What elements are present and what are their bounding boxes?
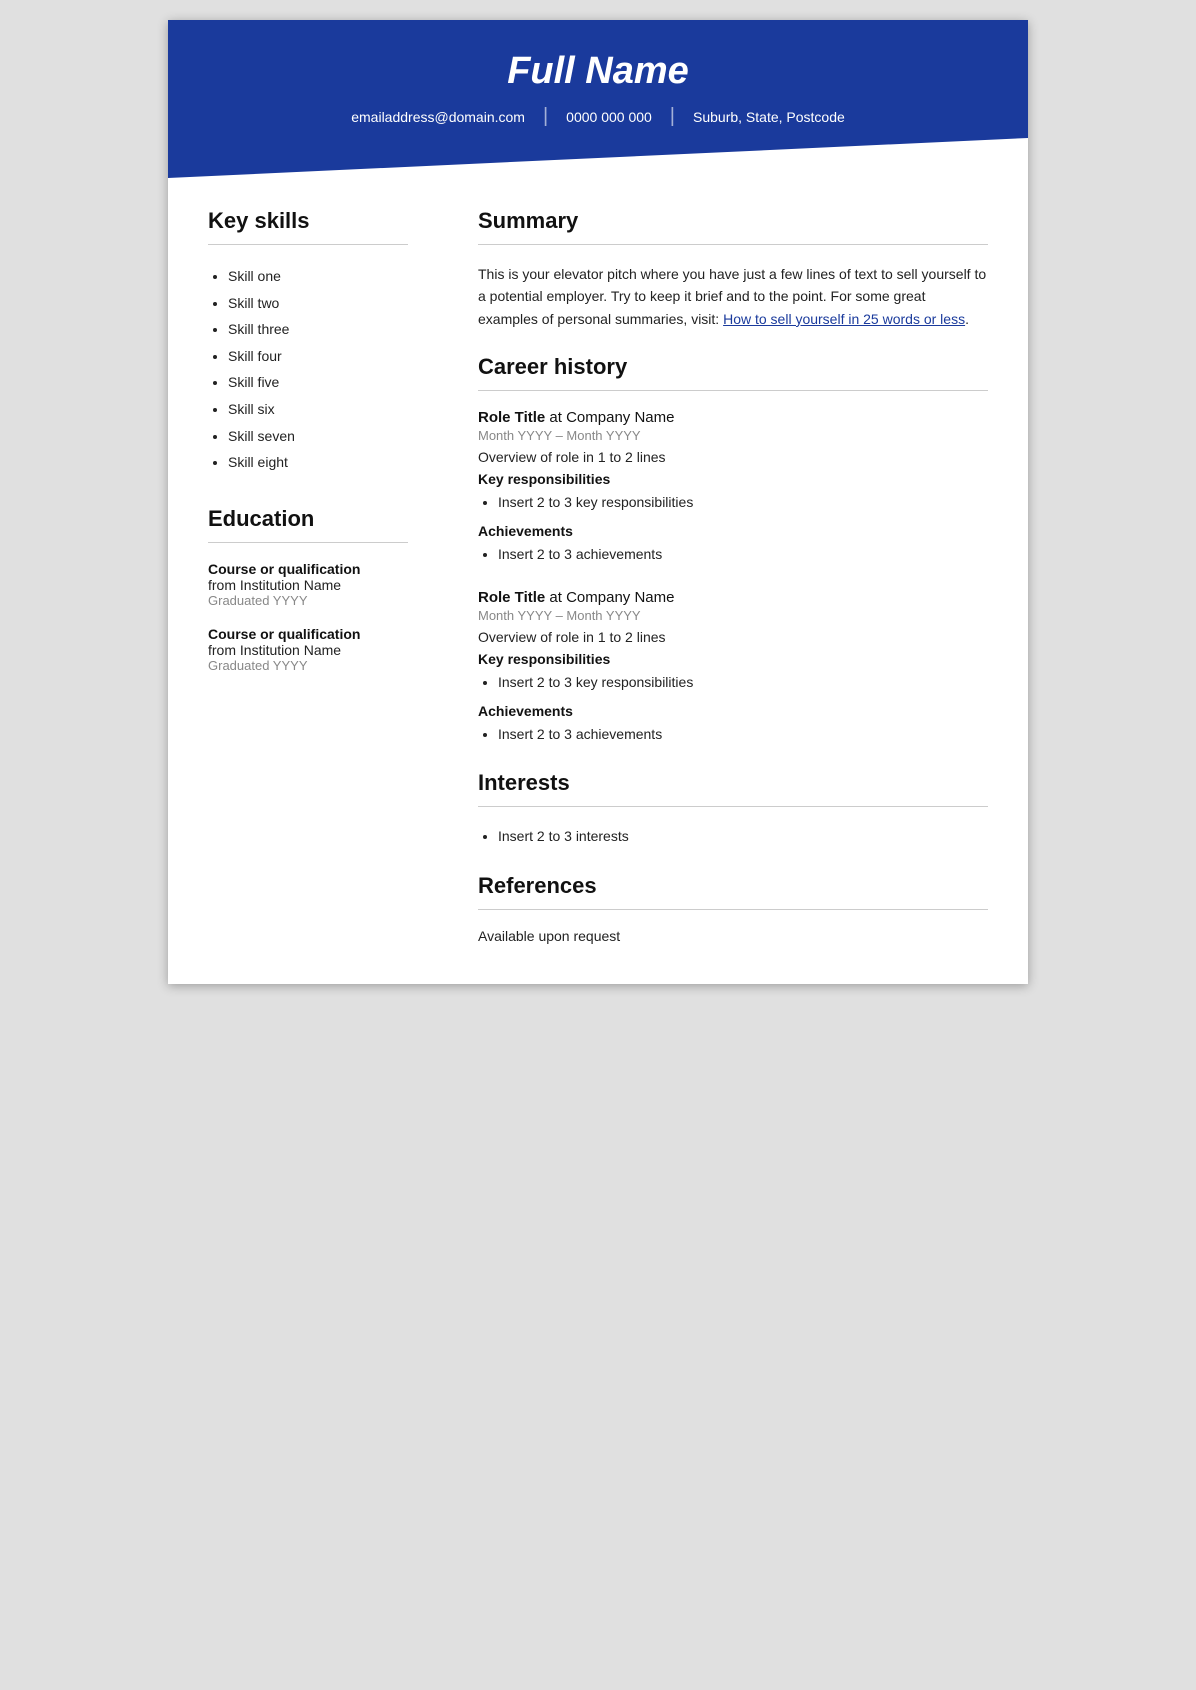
education-entry-1: Course or qualification from Institution… [208,561,408,608]
job-1-dates: Month YYYY – Month YYYY [478,428,988,443]
summary-title: Summary [478,208,988,234]
skill-1: Skill one [228,263,408,290]
education-section: Education Course or qualification from I… [208,506,408,673]
references-section: References Available upon request [478,873,988,944]
skill-7: Skill seven [228,423,408,450]
phone: 0000 000 000 [548,109,670,125]
job-entry-1: Role Title at Company Name Month YYYY – … [478,409,988,567]
job-2-title-line: Role Title at Company Name [478,589,988,606]
skills-list: Skill one Skill two Skill three Skill fo… [208,263,408,476]
job-2-achievements-heading: Achievements [478,703,988,719]
contact-info: emailaddress@domain.com | 0000 000 000 |… [208,105,988,128]
address: Suburb, State, Postcode [675,109,863,125]
skills-title: Key skills [208,208,408,234]
job-2-title: Role Title [478,589,545,606]
references-title: References [478,873,988,899]
job-1-achievements-heading: Achievements [478,523,988,539]
job-1-responsibility-1: Insert 2 to 3 key responsibilities [498,491,988,515]
references-text: Available upon request [478,928,988,944]
left-column: Key skills Skill one Skill two Skill thr… [168,178,438,984]
body-section: Key skills Skill one Skill two Skill thr… [168,178,1028,984]
job-1-title: Role Title [478,409,545,426]
course-1: Course or qualification [208,561,408,577]
job-entry-2: Role Title at Company Name Month YYYY – … [478,589,988,747]
education-entry-2: Course or qualification from Institution… [208,626,408,673]
education-divider [208,542,408,543]
job-1-title-line: Role Title at Company Name [478,409,988,426]
job-2-responsibilities-heading: Key responsibilities [478,651,988,667]
resume-page: Full Name emailaddress@domain.com | 0000… [168,20,1028,984]
interests-section: Interests Insert 2 to 3 interests [478,770,988,849]
institution-2: from Institution Name [208,642,408,658]
job-2-responsibilities-list: Insert 2 to 3 key responsibilities [478,671,988,695]
job-2-responsibility-1: Insert 2 to 3 key responsibilities [498,671,988,695]
course-2: Course or qualification [208,626,408,642]
interests-divider [478,806,988,807]
job-1-overview: Overview of role in 1 to 2 lines [478,449,988,465]
job-1-responsibilities-list: Insert 2 to 3 key responsibilities [478,491,988,515]
graduated-2: Graduated YYYY [208,658,408,673]
job-2-achievement-1: Insert 2 to 3 achievements [498,723,988,747]
career-title: Career history [478,354,988,380]
job-1-company: at Company Name [549,409,674,426]
skill-6: Skill six [228,396,408,423]
right-column: Summary This is your elevator pitch wher… [438,178,1028,984]
full-name: Full Name [208,50,988,93]
interest-1: Insert 2 to 3 interests [498,825,988,849]
graduated-1: Graduated YYYY [208,593,408,608]
interests-title: Interests [478,770,988,796]
job-2-company: at Company Name [549,589,674,606]
job-1-achievements-list: Insert 2 to 3 achievements [478,543,988,567]
references-divider [478,909,988,910]
skill-5: Skill five [228,369,408,396]
skills-divider [208,244,408,245]
interests-list: Insert 2 to 3 interests [478,825,988,849]
job-2-achievements-list: Insert 2 to 3 achievements [478,723,988,747]
header-section: Full Name emailaddress@domain.com | 0000… [168,20,1028,178]
education-title: Education [208,506,408,532]
skill-4: Skill four [228,343,408,370]
institution-1: from Institution Name [208,577,408,593]
summary-link[interactable]: How to sell yourself in 25 words or less [723,311,965,327]
summary-end: . [965,311,969,327]
job-2-dates: Month YYYY – Month YYYY [478,608,988,623]
job-2-overview: Overview of role in 1 to 2 lines [478,629,988,645]
email: emailaddress@domain.com [333,109,543,125]
summary-divider [478,244,988,245]
career-history-section: Career history Role Title at Company Nam… [478,354,988,746]
skill-3: Skill three [228,316,408,343]
career-divider [478,390,988,391]
job-1-responsibilities-heading: Key responsibilities [478,471,988,487]
summary-paragraph: This is your elevator pitch where you ha… [478,263,988,330]
skill-2: Skill two [228,290,408,317]
job-1-achievement-1: Insert 2 to 3 achievements [498,543,988,567]
skill-8: Skill eight [228,449,408,476]
